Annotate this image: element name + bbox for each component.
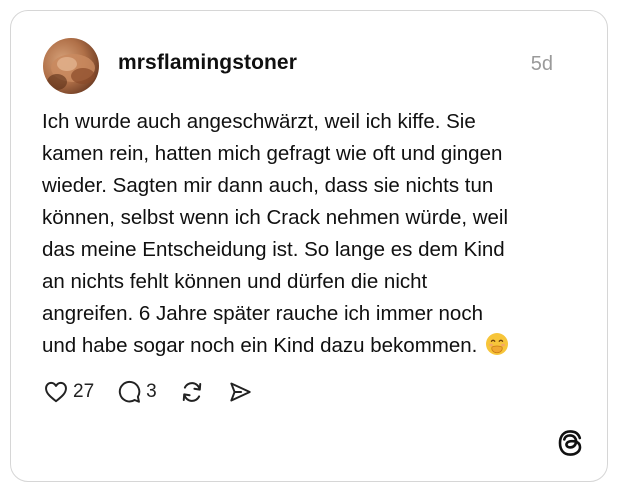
share-button[interactable] xyxy=(227,379,253,405)
post-timestamp: 5d xyxy=(530,53,553,75)
heart-icon xyxy=(45,381,67,403)
username[interactable]: mrsflamingstoner xyxy=(118,51,297,75)
post-text-line: Ich wurde auch angeschwärzt, weil ich ki… xyxy=(42,110,476,133)
post-card: mrsflamingstoner 5d Ich wurde auch anges… xyxy=(10,10,608,482)
post-text-line: angreifen. 6 Jahre später rauche ich imm… xyxy=(42,302,483,325)
like-button[interactable]: 27 xyxy=(43,379,94,405)
threads-logo-icon[interactable] xyxy=(557,429,583,457)
share-icon xyxy=(230,382,251,402)
reply-count: 3 xyxy=(146,381,157,402)
post-text-line: und habe sogar noch ein Kind dazu bekomm… xyxy=(42,334,478,357)
post-text-line: kamen rein, hatten mich gefragt wie oft … xyxy=(42,142,503,165)
post-actions: 27 3 xyxy=(43,377,275,407)
repost-button[interactable] xyxy=(179,379,205,405)
post-text: Ich wurde auch angeschwärzt, weil ich ki… xyxy=(42,106,582,362)
post-text-line: an nichts fehlt können und dürfen die ni… xyxy=(42,270,428,293)
face-with-hand-over-mouth-emoji-icon xyxy=(485,332,509,356)
post-text-line: das meine Entscheidung ist. So lange es … xyxy=(42,238,505,261)
post-text-line: können, selbst wenn ich Crack nehmen wür… xyxy=(42,206,509,229)
avatar[interactable] xyxy=(43,38,99,94)
reply-button[interactable]: 3 xyxy=(116,379,157,405)
avatar-image xyxy=(47,54,95,90)
comment-icon xyxy=(118,380,141,403)
like-count: 27 xyxy=(73,381,95,402)
repost-icon xyxy=(182,382,201,402)
post-text-line: wieder. Sagten mir dann auch, dass sie n… xyxy=(42,174,494,197)
post-text-line-last: und habe sogar noch ein Kind dazu bekomm… xyxy=(42,330,582,362)
